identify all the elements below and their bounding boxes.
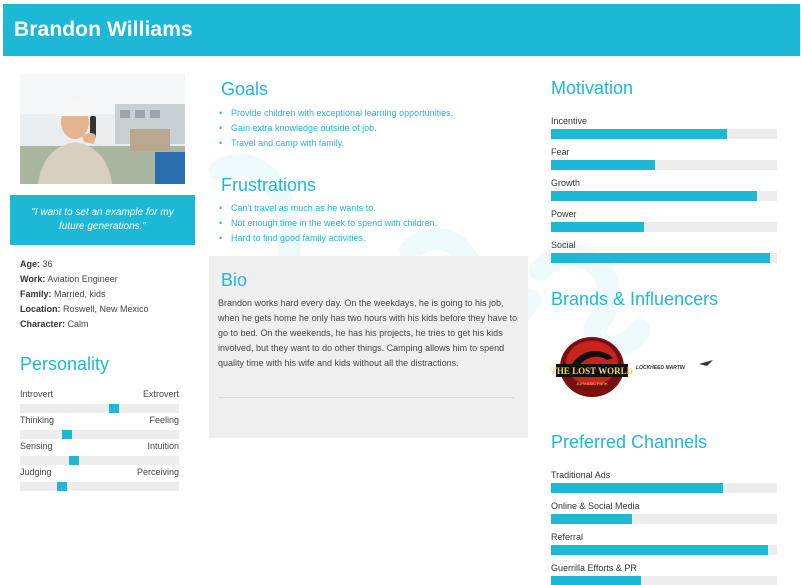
scale-knob [69, 456, 79, 465]
metric-fill [551, 576, 642, 585]
metric-track [551, 545, 777, 555]
brands-title: Brands & Influencers [551, 289, 719, 309]
metric-fill [551, 253, 771, 263]
metric-track [551, 576, 777, 585]
logo1-subtext: JURASSIC PARK [576, 381, 608, 386]
frustrations-title: Frustrations [221, 175, 317, 195]
info-age: Age: 36 [20, 257, 149, 272]
metric-fill [551, 129, 728, 139]
persona-info: Age: 36 Work: Aviation Engineer Family: … [20, 257, 149, 332]
info-value: Married, kids [51, 289, 106, 299]
motivation-item: Power [551, 209, 777, 232]
scale-knob [109, 404, 119, 413]
personality-title: Personality [20, 354, 110, 374]
bio-title: Bio [221, 270, 248, 290]
list-item: Not enough time in the week to spend wit… [219, 216, 437, 231]
metric-label: Fear [551, 147, 570, 157]
bio-text: Brandon works hard every day. On the wee… [218, 298, 518, 368]
metric-track [551, 191, 777, 201]
persona-photo [20, 74, 185, 184]
list-item: Can't travel as much as he wants to. [219, 201, 437, 216]
metric-track [551, 129, 777, 139]
goals-list: Provide children with exceptional learni… [219, 106, 453, 151]
scale-track [20, 456, 179, 465]
persona-name: Brandon Williams [14, 18, 193, 41]
metric-fill [551, 222, 644, 232]
header: Brandon Williams [0, 0, 801, 60]
motivation-item: Growth [551, 178, 777, 201]
personality-scale: Thinking Feeling [20, 415, 179, 439]
logo1-text: THE LOST WORLD [551, 366, 634, 376]
metric-fill [551, 545, 768, 555]
info-label: Age: [20, 259, 40, 269]
info-family: Family: Married, kids [20, 287, 149, 302]
personality-scale: Judging Perceiving [20, 467, 179, 491]
lockheed-martin-logo: LOCKHEED MARTIN [636, 365, 685, 371]
metric-track [551, 483, 777, 493]
scale-track [20, 482, 179, 491]
brand-logos: THE LOST WORLD JURASSIC PARK LOCKHEED MA… [551, 330, 771, 400]
metric-track [551, 253, 777, 263]
scale-left-label: Introvert [20, 389, 54, 399]
metric-track [551, 160, 777, 170]
scale-track [20, 404, 179, 413]
info-label: Location: [20, 304, 61, 314]
metric-track [551, 514, 777, 524]
metric-label: Incentive [551, 116, 588, 126]
metric-track [551, 222, 777, 232]
metric-fill [551, 191, 757, 201]
channel-item: Guerrilla Efforts & PR [551, 563, 777, 585]
scale-right-label: Intuition [147, 441, 179, 451]
lost-world-logo: THE LOST WORLD JURASSIC PARK LOCKHEED MA… [551, 337, 713, 397]
goals-title: Goals [221, 79, 269, 99]
scale-track [20, 430, 179, 439]
list-item: Travel and camp with family. [219, 136, 453, 151]
persona-quote: "I want to set an example for my future … [31, 207, 174, 232]
info-value: Calm [65, 319, 89, 329]
motivation-item: Social [551, 240, 777, 263]
list-item: Hard to find good family activities. [219, 231, 437, 246]
scale-left-label: Judging [20, 467, 52, 477]
info-character: Character: Calm [20, 317, 149, 332]
personality-scale: Sensing Intuition [20, 441, 179, 465]
info-label: Family: [20, 289, 52, 299]
scale-right-label: Perceiving [136, 467, 179, 477]
metric-label: Traditional Ads [551, 470, 611, 480]
list-item: Gain extra knowledge outside of job. [219, 121, 453, 136]
channel-item: Traditional Ads [551, 470, 777, 493]
motivation-title: Motivation [551, 78, 634, 98]
info-value: Aviation Engineer [45, 274, 118, 284]
metric-fill [551, 160, 655, 170]
personality-scale: Introvert Extrovert [20, 389, 179, 413]
metric-label: Online & Social Media [551, 501, 640, 511]
metric-fill [551, 483, 723, 493]
metric-label: Referral [551, 532, 584, 542]
metric-label: Power [551, 209, 577, 219]
info-label: Work: [20, 274, 46, 284]
scale-right-label: Feeling [149, 415, 179, 425]
motivation-item: Incentive [551, 116, 777, 139]
info-value: 36 [40, 259, 53, 269]
metric-fill [551, 514, 633, 524]
channel-item: Online & Social Media [551, 501, 777, 524]
quote-box: "I want to set an example for my future … [10, 195, 195, 245]
scale-knob [62, 430, 72, 439]
metric-label: Growth [551, 178, 581, 188]
scale-right-label: Extrovert [142, 389, 179, 399]
scale-left-label: Thinking [20, 415, 55, 425]
info-value: Roswell, New Mexico [60, 304, 149, 314]
info-label: Character: [20, 319, 66, 329]
info-location: Location: Roswell, New Mexico [20, 302, 149, 317]
frustrations-list: Can't travel as much as he wants to. Not… [219, 201, 437, 246]
metric-label: Social [551, 240, 576, 250]
channels-title: Preferred Channels [551, 432, 708, 452]
scale-knob [57, 482, 67, 491]
list-item: Provide children with exceptional learni… [219, 106, 453, 121]
channel-item: Referral [551, 532, 777, 555]
scale-left-label: Sensing [20, 441, 53, 451]
metric-label: Guerrilla Efforts & PR [551, 563, 637, 573]
divider [218, 397, 514, 398]
motivation-item: Fear [551, 147, 777, 170]
info-work: Work: Aviation Engineer [20, 272, 149, 287]
